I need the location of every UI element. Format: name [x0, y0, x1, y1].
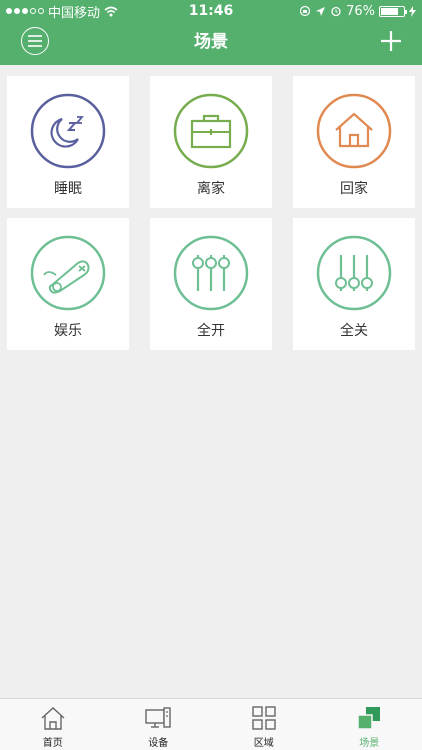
tab-label: 首页: [42, 738, 63, 749]
sleep-icon: [30, 93, 106, 169]
add-icon[interactable]: [380, 30, 402, 52]
gamepad-icon: [30, 235, 106, 311]
alarm-icon: [331, 6, 341, 17]
nav-bar: 场景: [0, 22, 422, 65]
scene-tile-sleep[interactable]: 睡眠: [7, 76, 129, 208]
scene-label: 离家: [197, 181, 225, 197]
tab-bar: 首页 设备 区域 场景: [0, 698, 422, 750]
home-icon: [316, 93, 392, 169]
scene-label: 娱乐: [54, 323, 82, 339]
sliders-up-icon: [173, 235, 249, 311]
page-title: 场景: [194, 32, 228, 52]
wifi-icon: [104, 6, 118, 16]
scene-tile-back-home[interactable]: 回家: [293, 76, 415, 208]
tab-label: 设备: [148, 738, 169, 749]
scene-tile-leave-home[interactable]: 离家: [150, 76, 272, 208]
status-right: 76%: [299, 4, 416, 19]
status-bar: 中国移动 11:46 76%: [0, 0, 422, 22]
battery-fill: [381, 7, 398, 15]
battery-icon: [379, 5, 407, 17]
briefcase-icon: [173, 93, 249, 169]
scene-tile-all-on[interactable]: 全开: [150, 218, 272, 350]
scene-label: 回家: [340, 181, 368, 197]
scene-label: 全关: [340, 323, 368, 339]
status-left: 中国移动: [6, 2, 118, 21]
scene-tile-all-off[interactable]: 全关: [293, 218, 415, 350]
carrier-label: 中国移动: [48, 5, 101, 21]
tab-devices[interactable]: 设备: [106, 699, 212, 750]
rotation-lock-icon: [299, 5, 311, 17]
scene-label: 全开: [197, 323, 225, 339]
scene-grid: 睡眠 离家 回家 娱乐 全开 全关: [7, 76, 416, 350]
tab-area[interactable]: 区域: [211, 699, 317, 750]
tab-label: 场景: [359, 738, 380, 749]
scene-tab-icon: [357, 707, 381, 730]
sliders-down-icon: [316, 235, 392, 311]
tab-label: 区域: [253, 738, 274, 749]
device-tab-icon: [145, 707, 171, 728]
area-tab-icon: [252, 706, 276, 730]
scene-label: 睡眠: [54, 181, 82, 197]
charging-icon: [409, 5, 416, 17]
location-icon: [316, 6, 326, 16]
signal-icon: [6, 8, 44, 14]
tab-home[interactable]: 首页: [0, 699, 106, 750]
scene-tile-entertainment[interactable]: 娱乐: [7, 218, 129, 350]
home-tab-icon: [41, 707, 65, 730]
tab-scene[interactable]: 场景: [317, 699, 422, 750]
battery-percent: 76%: [346, 3, 375, 19]
